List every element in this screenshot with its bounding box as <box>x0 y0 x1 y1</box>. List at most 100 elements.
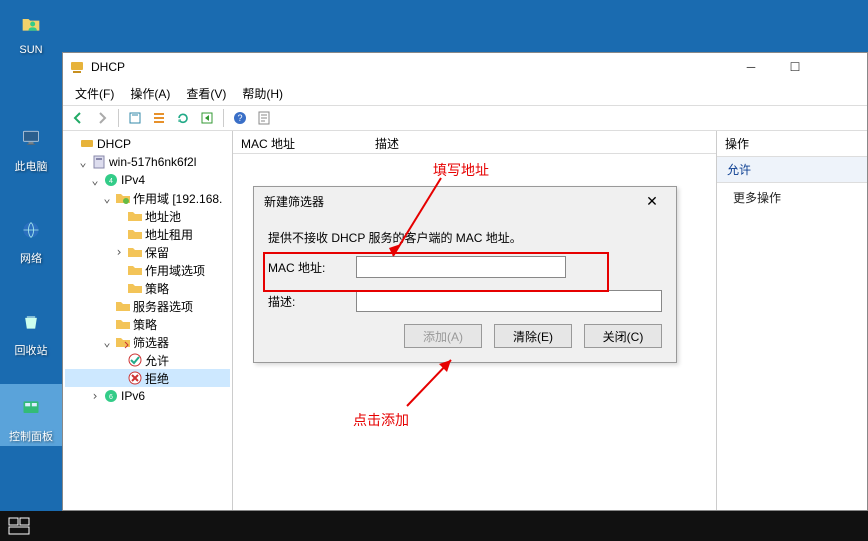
forward-button[interactable] <box>91 107 113 129</box>
tree-label: 作用域选项 <box>145 262 205 279</box>
list-body: 新建筛选器 ✕ 提供不接收 DHCP 服务的客户端的 MAC 地址。 MAC 地… <box>233 154 716 510</box>
titlebar: DHCP ─ ☐ <box>63 53 867 81</box>
close-button[interactable] <box>817 53 861 81</box>
tree-twisty[interactable]: ⌄ <box>101 335 113 349</box>
desktop-icon-thispc[interactable]: 此电脑 <box>0 114 62 176</box>
tree-label: 地址池 <box>145 208 181 225</box>
dialog-buttons: 添加(A) 清除(E) 关闭(C) <box>268 324 662 348</box>
tree-node-允许[interactable]: ····允许 <box>65 351 230 369</box>
desktop-icon-control-panel[interactable]: 控制面板 <box>0 384 62 446</box>
folder-icon <box>127 208 143 224</box>
desc-row: 描述: <box>268 290 662 312</box>
up-button[interactable] <box>124 107 146 129</box>
tree-label: 允许 <box>145 352 169 369</box>
tree-node-IPv4[interactable]: ··⌄4IPv4 <box>65 171 230 189</box>
window-title: DHCP <box>91 60 125 74</box>
svg-text:6: 6 <box>109 394 113 401</box>
tree-node-地址租用[interactable]: ····地址租用 <box>65 225 230 243</box>
tree-twisty[interactable]: › <box>89 389 101 403</box>
list-button[interactable] <box>148 107 170 129</box>
tree-twisty[interactable]: ⌄ <box>101 191 113 205</box>
tree-node-DHCP[interactable]: DHCP <box>65 135 230 153</box>
export-button[interactable] <box>196 107 218 129</box>
dhcp-icon <box>79 136 95 152</box>
svg-text:?: ? <box>237 113 242 123</box>
properties-button[interactable] <box>253 107 275 129</box>
tree-node-IPv6[interactable]: ··›6IPv6 <box>65 387 230 405</box>
tree-label: 地址租用 <box>145 226 193 243</box>
tree-node-作用域 [192.168.[interactable]: ···⌄作用域 [192.168. <box>65 189 230 207</box>
dialog-title: 新建筛选器 <box>264 193 324 210</box>
menu-action[interactable]: 操作(A) <box>122 82 178 105</box>
back-button[interactable] <box>67 107 89 129</box>
desktop-icon-label: 控制面板 <box>9 428 53 444</box>
toolbar: ? <box>63 105 867 131</box>
tree-label: 策略 <box>145 280 169 297</box>
tree-twisty[interactable]: › <box>113 245 125 259</box>
tree-node-作用域选项[interactable]: ····作用域选项 <box>65 261 230 279</box>
mac-input[interactable] <box>356 256 566 278</box>
tree-twisty[interactable]: ⌄ <box>89 173 101 187</box>
desktop-icons: SUN 此电脑 网络 回收站 控制面板 <box>0 0 62 446</box>
tree-label: 策略 <box>133 316 157 333</box>
taskview-button[interactable] <box>0 511 38 541</box>
dialog-titlebar: 新建筛选器 ✕ <box>254 187 676 215</box>
column-desc[interactable]: 描述 <box>375 131 399 153</box>
tree-node-筛选器[interactable]: ···⌄筛选器 <box>65 333 230 351</box>
refresh-button[interactable] <box>172 107 194 129</box>
tree-node-服务器选项[interactable]: ···服务器选项 <box>65 297 230 315</box>
svg-text:4: 4 <box>109 178 113 185</box>
annotation-fill-address: 填写地址 <box>433 160 489 180</box>
maximize-button[interactable]: ☐ <box>773 53 817 81</box>
scope-icon <box>115 190 131 206</box>
close-dialog-button[interactable]: 关闭(C) <box>584 324 662 348</box>
tree-label: IPv4 <box>121 173 145 187</box>
menu-help[interactable]: 帮助(H) <box>234 82 291 105</box>
folder-icon <box>127 280 143 296</box>
dialog-close-button[interactable]: ✕ <box>638 193 666 210</box>
tree-node-保留[interactable]: ····›保留 <box>65 243 230 261</box>
help-button[interactable]: ? <box>229 107 251 129</box>
deny-icon <box>127 370 143 386</box>
folder-icon <box>115 298 131 314</box>
desktop-icon-network[interactable]: 网络 <box>0 206 62 268</box>
body: DHCP·⌄win-517h6nk6f2l··⌄4IPv4···⌄作用域 [19… <box>63 131 867 510</box>
pc-icon <box>13 120 49 156</box>
tree-node-策略[interactable]: ····策略 <box>65 279 230 297</box>
tree-node-策略[interactable]: ···策略 <box>65 315 230 333</box>
actions-selected: 允许 <box>717 157 867 183</box>
folder-icon <box>115 316 131 332</box>
tree-node-地址池[interactable]: ····地址池 <box>65 207 230 225</box>
tree-label: IPv6 <box>121 389 145 403</box>
desc-label: 描述: <box>268 293 356 310</box>
actions-title: 操作 <box>717 131 867 157</box>
menu-view[interactable]: 查看(V) <box>178 82 234 105</box>
mac-row: MAC 地址: <box>268 256 662 278</box>
list-panel: MAC 地址 描述 新建筛选器 ✕ 提供不接收 DHCP 服务的客户端的 MAC… <box>233 131 717 510</box>
tree-label: 拒绝 <box>145 370 169 387</box>
desktop-icon-label: 此电脑 <box>15 158 48 174</box>
desc-input[interactable] <box>356 290 662 312</box>
tree-node-拒绝[interactable]: ····拒绝 <box>65 369 230 387</box>
filter-icon <box>115 334 131 350</box>
annotation-click-add: 点击添加 <box>353 410 409 430</box>
tree-node-win-517h6nk6f2l[interactable]: ·⌄win-517h6nk6f2l <box>65 153 230 171</box>
tree-label: 作用域 [192.168. <box>133 190 222 207</box>
actions-more[interactable]: 更多操作 <box>717 183 867 212</box>
tree-label: win-517h6nk6f2l <box>109 155 196 169</box>
column-mac[interactable]: MAC 地址 <box>241 131 295 153</box>
desktop-icon-recycle[interactable]: 回收站 <box>0 298 62 360</box>
clear-button[interactable]: 清除(E) <box>494 324 572 348</box>
network-icon <box>13 212 49 248</box>
ipv4-icon: 4 <box>103 172 119 188</box>
tree-label: DHCP <box>97 137 131 151</box>
ipv6-icon: 6 <box>103 388 119 404</box>
new-filter-dialog: 新建筛选器 ✕ 提供不接收 DHCP 服务的客户端的 MAC 地址。 MAC 地… <box>253 186 677 363</box>
menu-file[interactable]: 文件(F) <box>67 82 122 105</box>
dialog-message: 提供不接收 DHCP 服务的客户端的 MAC 地址。 <box>268 223 662 256</box>
desktop-icon-sun[interactable]: SUN <box>0 0 62 58</box>
minimize-button[interactable]: ─ <box>729 53 773 81</box>
add-button[interactable]: 添加(A) <box>404 324 482 348</box>
folder-icon <box>127 244 143 260</box>
tree-twisty[interactable]: ⌄ <box>77 155 89 169</box>
